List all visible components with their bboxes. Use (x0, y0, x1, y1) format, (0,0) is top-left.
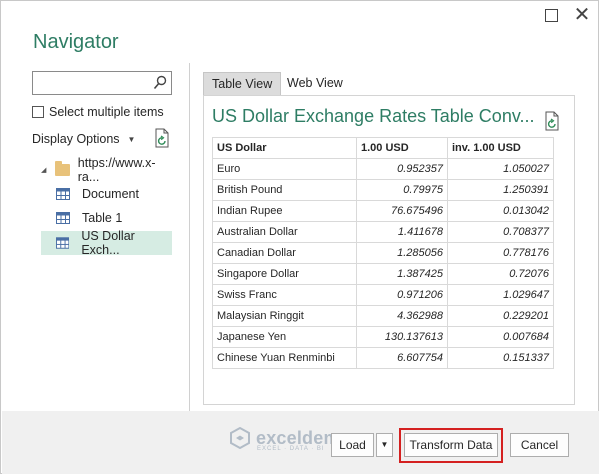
tree-item-us-dollar-exchange[interactable]: US Dollar Exch... (41, 229, 172, 257)
display-options-label: Display Options (32, 132, 120, 146)
table-row: Chinese Yuan Renminbi 6.607754 0.151337 (212, 347, 554, 369)
tree-item-label: Table 1 (82, 211, 123, 225)
table-icon (56, 212, 70, 224)
table-cell: British Pound (212, 179, 357, 201)
cancel-button[interactable]: Cancel (510, 433, 569, 457)
column-header: 1.00 USD (356, 137, 448, 159)
table-cell: 0.013042 (447, 200, 554, 222)
table-cell: Chinese Yuan Renminbi (212, 347, 357, 369)
transform-data-button[interactable]: Transform Data (404, 433, 498, 457)
load-dropdown-button[interactable]: ▼ (376, 433, 393, 457)
table-cell: Canadian Dollar (212, 242, 357, 264)
folder-icon (54, 161, 70, 176)
tree-item-table-1[interactable]: Table 1 (41, 206, 172, 230)
table-cell: 0.72076 (447, 263, 554, 285)
data-table: US Dollar 1.00 USD inv. 1.00 USD Euro 0.… (212, 137, 554, 369)
table-cell: 0.151337 (447, 347, 554, 369)
table-cell: 76.675496 (356, 200, 448, 222)
watermark-tagline: EXCEL · DATA · BI (257, 446, 325, 452)
window-title: Navigator (33, 31, 119, 53)
tab-table-view[interactable]: Table View (203, 72, 282, 96)
preview-title: US Dollar Exchange Rates Table Conv... (212, 106, 535, 126)
table-row: Singapore Dollar 1.387425 0.72076 (212, 263, 554, 285)
table-cell: Swiss Franc (212, 284, 357, 306)
table-cell: 1.250391 (447, 179, 554, 201)
table-row: Canadian Dollar 1.285056 0.778176 (212, 242, 554, 264)
table-row: Swiss Franc 0.971206 1.029647 (212, 284, 554, 306)
table-cell: 0.708377 (447, 221, 554, 243)
search-icon[interactable] (153, 75, 167, 91)
maximize-icon[interactable] (545, 9, 558, 22)
select-multiple-items[interactable]: Select multiple items (32, 105, 164, 119)
expand-triangle-icon[interactable]: ◢ (41, 166, 49, 174)
table-row: Malaysian Ringgit 4.362988 0.229201 (212, 305, 554, 327)
tree-item-label: US Dollar Exch... (81, 229, 135, 257)
table-cell: 1.029647 (447, 284, 554, 306)
table-cell: 1.050027 (447, 158, 554, 180)
table-cell: 0.971206 (356, 284, 448, 306)
table-cell: 0.952357 (356, 158, 448, 180)
chevron-down-icon: ▼ (127, 134, 136, 144)
exceldemy-logo-icon (230, 427, 250, 449)
table-row: British Pound 0.79975 1.250391 (212, 179, 554, 201)
table-row: Japanese Yen 130.137613 0.007684 (212, 326, 554, 348)
tab-web-view[interactable]: Web View (279, 72, 351, 96)
display-options-dropdown[interactable]: Display Options ▼ (32, 132, 135, 146)
tree-item-label: Document (82, 187, 139, 201)
table-cell: 4.362988 (356, 305, 448, 327)
select-multiple-label: Select multiple items (49, 105, 164, 119)
table-cell: Indian Rupee (212, 200, 357, 222)
table-cell: Japanese Yen (212, 326, 357, 348)
table-cell: 0.007684 (447, 326, 554, 348)
navigator-window: ✕ Navigator Select multiple items Displa… (0, 0, 599, 474)
table-row: Australian Dollar 1.411678 0.708377 (212, 221, 554, 243)
table-cell: 0.778176 (447, 242, 554, 264)
table-cell: Australian Dollar (212, 221, 357, 243)
tree-root-node[interactable]: ◢ https://www.x-ra... (41, 156, 172, 184)
table-icon (56, 188, 70, 200)
select-multiple-checkbox[interactable] (32, 106, 44, 118)
refresh-icon[interactable] (544, 111, 560, 131)
table-cell: 6.607754 (356, 347, 448, 369)
table-cell: Malaysian Ringgit (212, 305, 357, 327)
table-cell: 0.79975 (356, 179, 448, 201)
chevron-down-icon: ▼ (380, 440, 389, 449)
column-header: US Dollar (212, 137, 357, 159)
tree-root-label: https://www.x-ra... (77, 156, 156, 184)
table-row: Euro 0.952357 1.050027 (212, 158, 554, 180)
table-row: Indian Rupee 76.675496 0.013042 (212, 200, 554, 222)
load-button[interactable]: Load (331, 433, 374, 457)
table-header-row: US Dollar 1.00 USD inv. 1.00 USD (212, 137, 554, 159)
search-input[interactable] (32, 71, 172, 95)
tree-item-document[interactable]: Document (41, 182, 172, 206)
table-cell: 1.285056 (356, 242, 448, 264)
table-cell: Euro (212, 158, 357, 180)
table-cell: 0.229201 (447, 305, 554, 327)
table-cell: 1.411678 (356, 221, 448, 243)
table-icon (56, 237, 70, 249)
table-cell: 1.387425 (356, 263, 448, 285)
refresh-icon[interactable] (154, 128, 170, 148)
pane-divider[interactable] (189, 63, 190, 411)
column-header: inv. 1.00 USD (447, 137, 554, 159)
table-cell: 130.137613 (356, 326, 448, 348)
close-icon[interactable]: ✕ (571, 4, 593, 26)
table-cell: Singapore Dollar (212, 263, 357, 285)
